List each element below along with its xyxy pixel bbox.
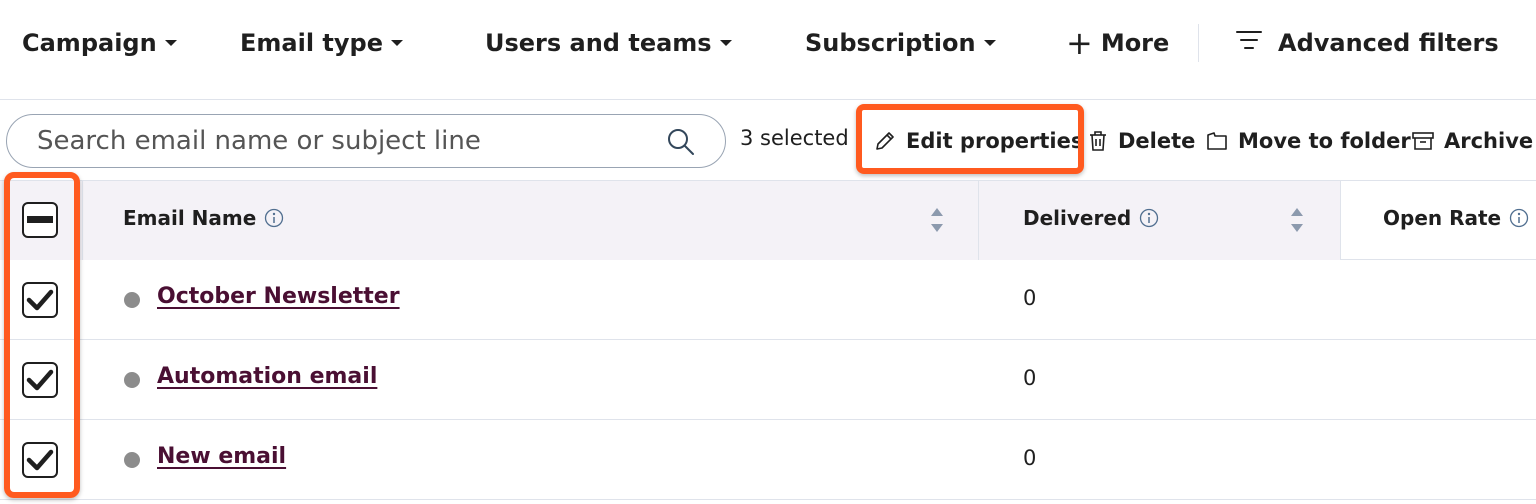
row-checkbox[interactable]: [22, 282, 58, 318]
pencil-icon: [876, 132, 894, 150]
subscription-filter-label: Subscription: [805, 29, 976, 57]
table-row: New email 0: [0, 420, 1536, 500]
selected-count: 3 selected: [740, 126, 849, 150]
campaign-filter-label: Campaign: [22, 29, 157, 57]
search-icon[interactable]: [667, 128, 695, 160]
column-divider: [978, 180, 979, 260]
plus-icon: +: [1066, 24, 1093, 62]
advanced-filters-label: Advanced filters: [1278, 29, 1499, 57]
caret-down-icon: [719, 40, 732, 46]
column-header-delivered[interactable]: Delivered: [1023, 206, 1159, 230]
move-to-folder-button[interactable]: Move to folder: [1206, 124, 1411, 158]
edit-properties-button[interactable]: Edit properties: [874, 124, 1083, 158]
delivered-value: 0: [1023, 286, 1037, 310]
email-name-link[interactable]: Automation email: [157, 364, 377, 389]
column-header-label: Open Rate: [1383, 206, 1502, 230]
archive-button[interactable]: Archive: [1412, 124, 1533, 158]
delete-button[interactable]: Delete: [1088, 124, 1195, 158]
caret-down-icon: [390, 40, 403, 46]
more-filters-label: More: [1100, 29, 1170, 57]
sort-icon[interactable]: [1289, 206, 1305, 234]
check-icon: [26, 289, 54, 311]
status-dot: [124, 292, 140, 308]
info-icon[interactable]: [1139, 208, 1159, 228]
row-checkbox[interactable]: [22, 362, 58, 398]
subscription-filter[interactable]: Subscription: [805, 26, 996, 60]
row-checkbox[interactable]: [22, 442, 58, 478]
email-name-link[interactable]: October Newsletter: [157, 284, 400, 309]
archive-icon: [1412, 132, 1434, 150]
email-type-filter[interactable]: Email type: [240, 26, 403, 60]
column-divider: [82, 180, 83, 260]
folder-icon: [1207, 132, 1227, 150]
delivered-value: 0: [1023, 366, 1037, 390]
column-header-open-rate[interactable]: Open Rate: [1383, 206, 1529, 230]
column-header-email-name[interactable]: Email Name: [123, 206, 284, 230]
caret-down-icon: [164, 40, 177, 46]
status-dot: [124, 372, 140, 388]
users-teams-filter[interactable]: Users and teams: [485, 26, 732, 60]
filter-lines-icon: [1236, 29, 1262, 57]
filter-bar: Campaign Email type Users and teams Subs…: [0, 0, 1536, 100]
check-icon: [26, 449, 54, 471]
delete-label: Delete: [1118, 129, 1196, 153]
delivered-value: 0: [1023, 446, 1037, 470]
edit-properties-label: Edit properties: [906, 129, 1084, 153]
sort-icon[interactable]: [929, 206, 945, 234]
info-icon[interactable]: [264, 208, 284, 228]
column-header-label: Delivered: [1023, 206, 1132, 230]
search-input[interactable]: [37, 123, 657, 159]
status-dot: [124, 452, 140, 468]
trash-icon: [1090, 131, 1106, 151]
users-teams-filter-label: Users and teams: [485, 29, 712, 57]
move-to-folder-label: Move to folder: [1238, 129, 1411, 153]
email-type-filter-label: Email type: [240, 29, 383, 57]
select-all-checkbox[interactable]: [22, 202, 58, 238]
campaign-filter[interactable]: Campaign: [22, 26, 177, 60]
column-header-label: Email Name: [123, 206, 257, 230]
caret-down-icon: [983, 40, 996, 46]
check-icon: [26, 369, 54, 391]
info-icon[interactable]: [1509, 208, 1529, 228]
divider: [1198, 24, 1199, 62]
search-box: [6, 114, 726, 168]
more-filters-button[interactable]: + More: [1066, 26, 1169, 60]
table-row: October Newsletter 0: [0, 260, 1536, 340]
archive-label: Archive: [1444, 129, 1534, 153]
table-row: Automation email 0: [0, 340, 1536, 420]
email-name-link[interactable]: New email: [157, 444, 286, 469]
advanced-filters-button[interactable]: Advanced filters: [1236, 26, 1499, 60]
minus-icon: [27, 216, 53, 223]
